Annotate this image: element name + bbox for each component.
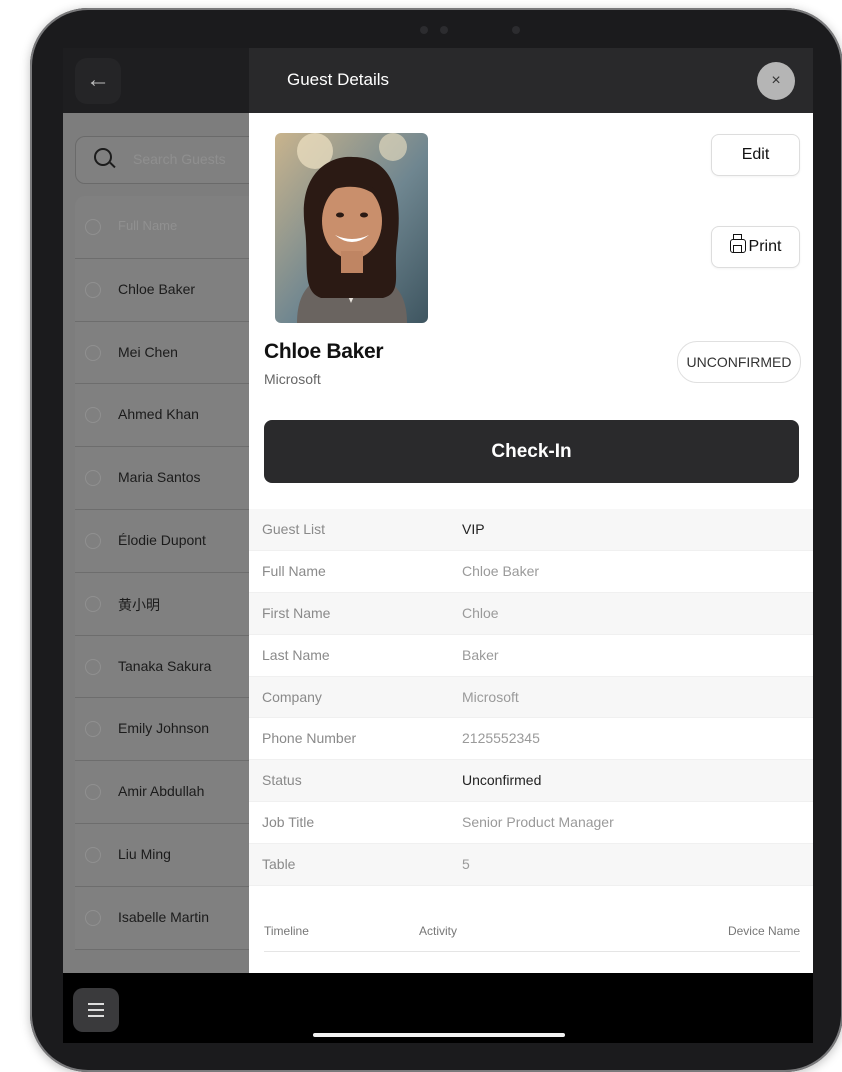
guest-name: Tanaka Sakura — [118, 657, 212, 674]
print-label: Print — [748, 238, 782, 255]
detail-label: Job Title — [262, 814, 315, 831]
guest-name: Mei Chen — [118, 343, 178, 360]
back-button[interactable]: ← — [75, 58, 121, 104]
app-screen: ← Search Guests Full Name Chloe Baker Me… — [63, 48, 813, 1043]
row-checkbox[interactable] — [85, 909, 101, 926]
detail-label: Status — [262, 772, 302, 789]
detail-row: Table 5 — [249, 844, 813, 887]
detail-row: Phone Number 2125552345 — [249, 718, 813, 761]
detail-label: Table — [262, 856, 296, 873]
guest-photo — [275, 133, 428, 323]
row-checkbox[interactable] — [85, 784, 101, 801]
guest-name: 黄小明 — [118, 596, 160, 613]
detail-label: Company — [262, 688, 322, 705]
list-item[interactable]: Emily Johnson — [75, 698, 249, 762]
detail-row: Full Name Chloe Baker — [249, 551, 813, 593]
list-item[interactable]: 黄小明 — [75, 573, 249, 636]
detail-label: Guest List — [262, 521, 326, 537]
guest-name: Liu Ming — [118, 845, 171, 862]
guest-name: Ahmed Khan — [118, 406, 199, 423]
device-column-header: Device Name — [727, 924, 800, 938]
status-badge: UNCONFIRMED — [677, 341, 801, 383]
timeline-divider — [264, 951, 800, 952]
row-checkbox[interactable] — [85, 595, 101, 612]
activity-column-header: Activity — [419, 924, 458, 938]
row-checkbox[interactable] — [85, 470, 101, 487]
detail-value: Chloe Baker — [462, 562, 540, 579]
list-header-label: Full Name — [118, 218, 178, 233]
detail-value: Baker — [462, 646, 499, 663]
timeline-header: Timeline Activity Device Name — [249, 918, 813, 952]
edit-button[interactable]: Edit — [711, 134, 800, 176]
guest-list-pane: ← Search Guests Full Name Chloe Baker Me… — [63, 48, 249, 973]
guest-details-table: Guest List VIP Full Name Chloe Baker First… — [249, 509, 813, 887]
detail-value: Chloe — [462, 604, 499, 621]
detail-row: Last Name Baker — [249, 635, 813, 677]
detail-row: Company Microsoft — [249, 676, 813, 719]
check-in-button[interactable]: Check-In — [264, 420, 799, 483]
guest-name-heading: Chloe Baker — [264, 340, 384, 363]
search-input[interactable]: Search Guests — [75, 136, 249, 184]
left-top-bar: ← — [63, 48, 249, 113]
search-icon — [94, 148, 112, 166]
arrow-left-icon: ← — [86, 66, 110, 93]
detail-row: First Name Chloe — [249, 592, 813, 635]
panel-header: Guest Details × — [249, 48, 813, 113]
row-checkbox[interactable] — [85, 658, 101, 675]
guest-name: Isabelle Martin — [118, 908, 210, 925]
list-item[interactable]: Élodie Dupont — [75, 510, 249, 573]
list-item[interactable]: Chloe Baker — [75, 259, 249, 322]
list-item[interactable]: Isabelle Martin — [75, 887, 249, 950]
detail-row: Status Unconfirmed — [249, 760, 813, 803]
row-checkbox[interactable] — [85, 344, 101, 361]
list-header: Full Name — [75, 196, 249, 259]
page-title: Guest Details — [287, 70, 390, 89]
detail-label: First Name — [262, 604, 331, 621]
bottom-bar — [63, 973, 813, 1043]
detail-value: 2125552345 — [462, 730, 540, 747]
row-checkbox[interactable] — [85, 846, 101, 863]
close-button[interactable]: × — [757, 62, 795, 100]
detail-value: VIP — [462, 521, 485, 537]
home-indicator[interactable] — [313, 1033, 565, 1037]
list-item[interactable]: Liu Ming — [75, 824, 249, 887]
timeline-column-header: Timeline — [264, 924, 309, 938]
search-placeholder: Search Guests — [133, 151, 226, 167]
guest-name: Maria Santos — [118, 469, 201, 486]
list-item[interactable]: Tanaka Sakura — [75, 636, 249, 699]
detail-value: Microsoft — [462, 688, 519, 705]
row-checkbox[interactable] — [85, 281, 101, 298]
detail-value: 5 — [462, 856, 470, 873]
select-all-checkbox[interactable] — [85, 219, 101, 235]
row-checkbox[interactable] — [85, 721, 101, 738]
guest-details-panel: Guest Details × Edit Print Chloe Baker M… — [249, 48, 813, 973]
guest-name: Chloe Baker — [118, 280, 196, 297]
guest-name: Élodie Dupont — [118, 531, 206, 548]
row-checkbox[interactable] — [85, 407, 101, 424]
guest-name: Emily Johnson — [118, 720, 210, 737]
guest-name: Amir Abdullah — [118, 783, 205, 800]
detail-label: Phone Number — [262, 730, 357, 747]
row-checkbox[interactable] — [85, 532, 101, 549]
detail-row: Guest List VIP — [249, 509, 813, 551]
camera-sensors — [400, 22, 540, 36]
close-icon: × — [771, 72, 781, 89]
detail-label: Last Name — [262, 646, 330, 663]
list-item[interactable]: Mei Chen — [75, 322, 249, 385]
detail-row: Job Title Senior Product Manager — [249, 802, 813, 845]
printer-icon — [729, 234, 746, 253]
list-item[interactable]: Ahmed Khan — [75, 384, 249, 448]
detail-label: Full Name — [262, 562, 326, 579]
detail-value: Senior Product Manager — [462, 814, 614, 831]
menu-button[interactable] — [73, 988, 119, 1032]
print-button[interactable]: Print — [711, 226, 800, 268]
detail-value: Unconfirmed — [462, 772, 542, 789]
list-item[interactable]: Amir Abdullah — [75, 761, 249, 824]
list-item[interactable]: Maria Santos — [75, 447, 249, 510]
guest-company: Microsoft — [264, 371, 321, 387]
guest-list: Full Name Chloe Baker Mei Chen Ahmed Kha… — [75, 196, 249, 950]
